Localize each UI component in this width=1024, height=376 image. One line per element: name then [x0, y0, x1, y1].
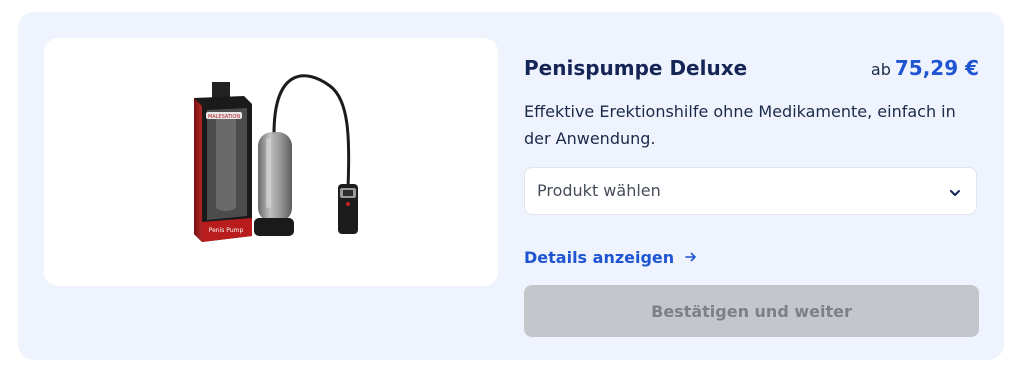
variant-select-value: Produkt wählen — [537, 181, 661, 200]
price-value: 75,29 € — [894, 56, 979, 80]
product-description: Effektive Erektionshilfe ohne Medikament… — [524, 102, 956, 148]
price-prefix: ab — [870, 60, 891, 79]
product-image: MALESATION Penis Pump — [44, 38, 498, 286]
details-link[interactable]: Details anzeigen — [524, 245, 698, 269]
product-card: MALESATION Penis Pump Penispumpe Deluxe … — [18, 12, 1004, 360]
product-price: ab 75,29 € — [871, 56, 979, 80]
details-link-label: Details anzeigen — [524, 247, 675, 267]
variant-select[interactable]: Produkt wählen — [524, 167, 977, 215]
arrow-right-icon — [684, 250, 698, 264]
product-info: Penispumpe Deluxe ab 75,29 € Effektive Er… — [524, 54, 979, 337]
chevron-down-icon — [948, 185, 962, 204]
confirm-button[interactable]: Bestätigen und weiter — [524, 285, 979, 337]
product-title: Penispumpe Deluxe — [524, 56, 748, 80]
box-label-text: Penis Pump — [209, 227, 244, 234]
box-brand-text: MALESATION — [208, 114, 240, 120]
